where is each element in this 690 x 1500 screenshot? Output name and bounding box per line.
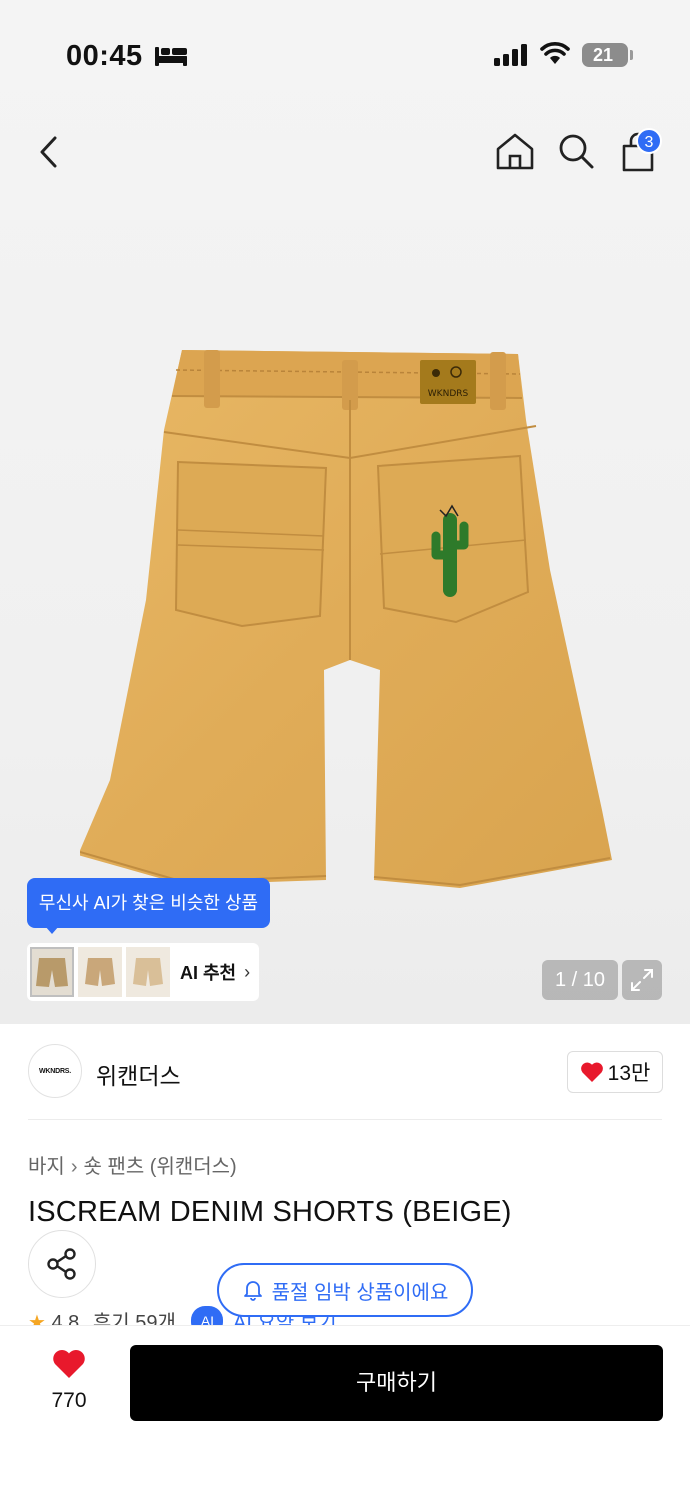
image-pager: 1 / 10 xyxy=(542,960,618,1000)
battery-tip xyxy=(630,50,633,60)
brand-like-count: 13만 xyxy=(607,1062,651,1085)
heart-icon xyxy=(580,1062,603,1082)
status-bar: 00:45 21 xyxy=(0,0,690,110)
back-arrow-icon[interactable] xyxy=(30,130,70,174)
share-button[interactable] xyxy=(28,1230,96,1298)
cellular-signal-icon xyxy=(494,44,527,66)
bell-icon xyxy=(243,1281,262,1301)
brand-name[interactable]: 위캔더스 xyxy=(96,1057,181,1091)
expand-image-button[interactable] xyxy=(622,960,662,1000)
cart-count-badge: 3 xyxy=(636,128,662,154)
section-divider xyxy=(28,1119,662,1120)
tooltip-arrow xyxy=(45,926,59,934)
breadcrumb: 바지 › 숏 팬츠 (위캔더스) xyxy=(28,1150,237,1179)
ai-chip: AI xyxy=(191,1306,224,1326)
rating-score: 4.8 xyxy=(51,1312,80,1326)
ai-recommend-label: AI 추천 xyxy=(180,963,237,983)
ai-recommend-button[interactable]: AI 추천 › xyxy=(27,943,259,1001)
wishlist-button[interactable]: 770 xyxy=(38,1348,100,1413)
ai-similar-tooltip: 무신사 AI가 찾은 비슷한 상품 xyxy=(27,878,270,928)
similar-product-thumbnail[interactable] xyxy=(126,947,170,997)
soldout-soon-notice[interactable]: 품절 임박 상품이에요 xyxy=(217,1263,473,1317)
soldout-soon-text: 품절 임박 상품이에요 xyxy=(271,1281,449,1304)
patch-label: WKNDRS xyxy=(428,389,469,399)
breadcrumb-subcategory[interactable]: 숏 팬츠 (위캔더스) xyxy=(83,1156,236,1178)
review-count[interactable]: 후기 59개 xyxy=(93,1312,176,1326)
heart-icon xyxy=(53,1350,85,1378)
sleep-mode-icon xyxy=(155,47,187,66)
product-photo-denim-shorts: WKNDRS xyxy=(80,350,612,888)
wishlist-count: 770 xyxy=(51,1389,87,1412)
breadcrumb-category[interactable]: 바지 xyxy=(28,1156,65,1178)
chevron-right-icon: › xyxy=(244,961,251,982)
expand-icon xyxy=(631,969,653,991)
star-icon: ★ xyxy=(28,1312,46,1326)
status-time: 00:45 xyxy=(66,40,143,72)
search-icon[interactable] xyxy=(556,130,596,172)
wifi-icon xyxy=(540,42,570,64)
product-title: ISCREAM DENIM SHORTS (BEIGE) xyxy=(28,1196,512,1228)
brand-like-button[interactable]: 13만 xyxy=(567,1051,663,1093)
similar-product-thumbnail[interactable] xyxy=(30,947,74,997)
product-image-area[interactable]: 00:45 21 3 WKNDRS 무신사 AI가 찾은 비슷한 상품 AI 추… xyxy=(0,0,690,1024)
share-icon xyxy=(47,1248,76,1280)
buy-button[interactable]: 구매하기 xyxy=(130,1345,663,1421)
home-icon[interactable] xyxy=(494,130,536,172)
brand-logo[interactable]: WKNDRS. xyxy=(28,1044,82,1098)
similar-product-thumbnail[interactable] xyxy=(78,947,122,997)
chevron-right-icon: › xyxy=(70,1156,78,1178)
battery-indicator: 21 xyxy=(582,43,628,67)
